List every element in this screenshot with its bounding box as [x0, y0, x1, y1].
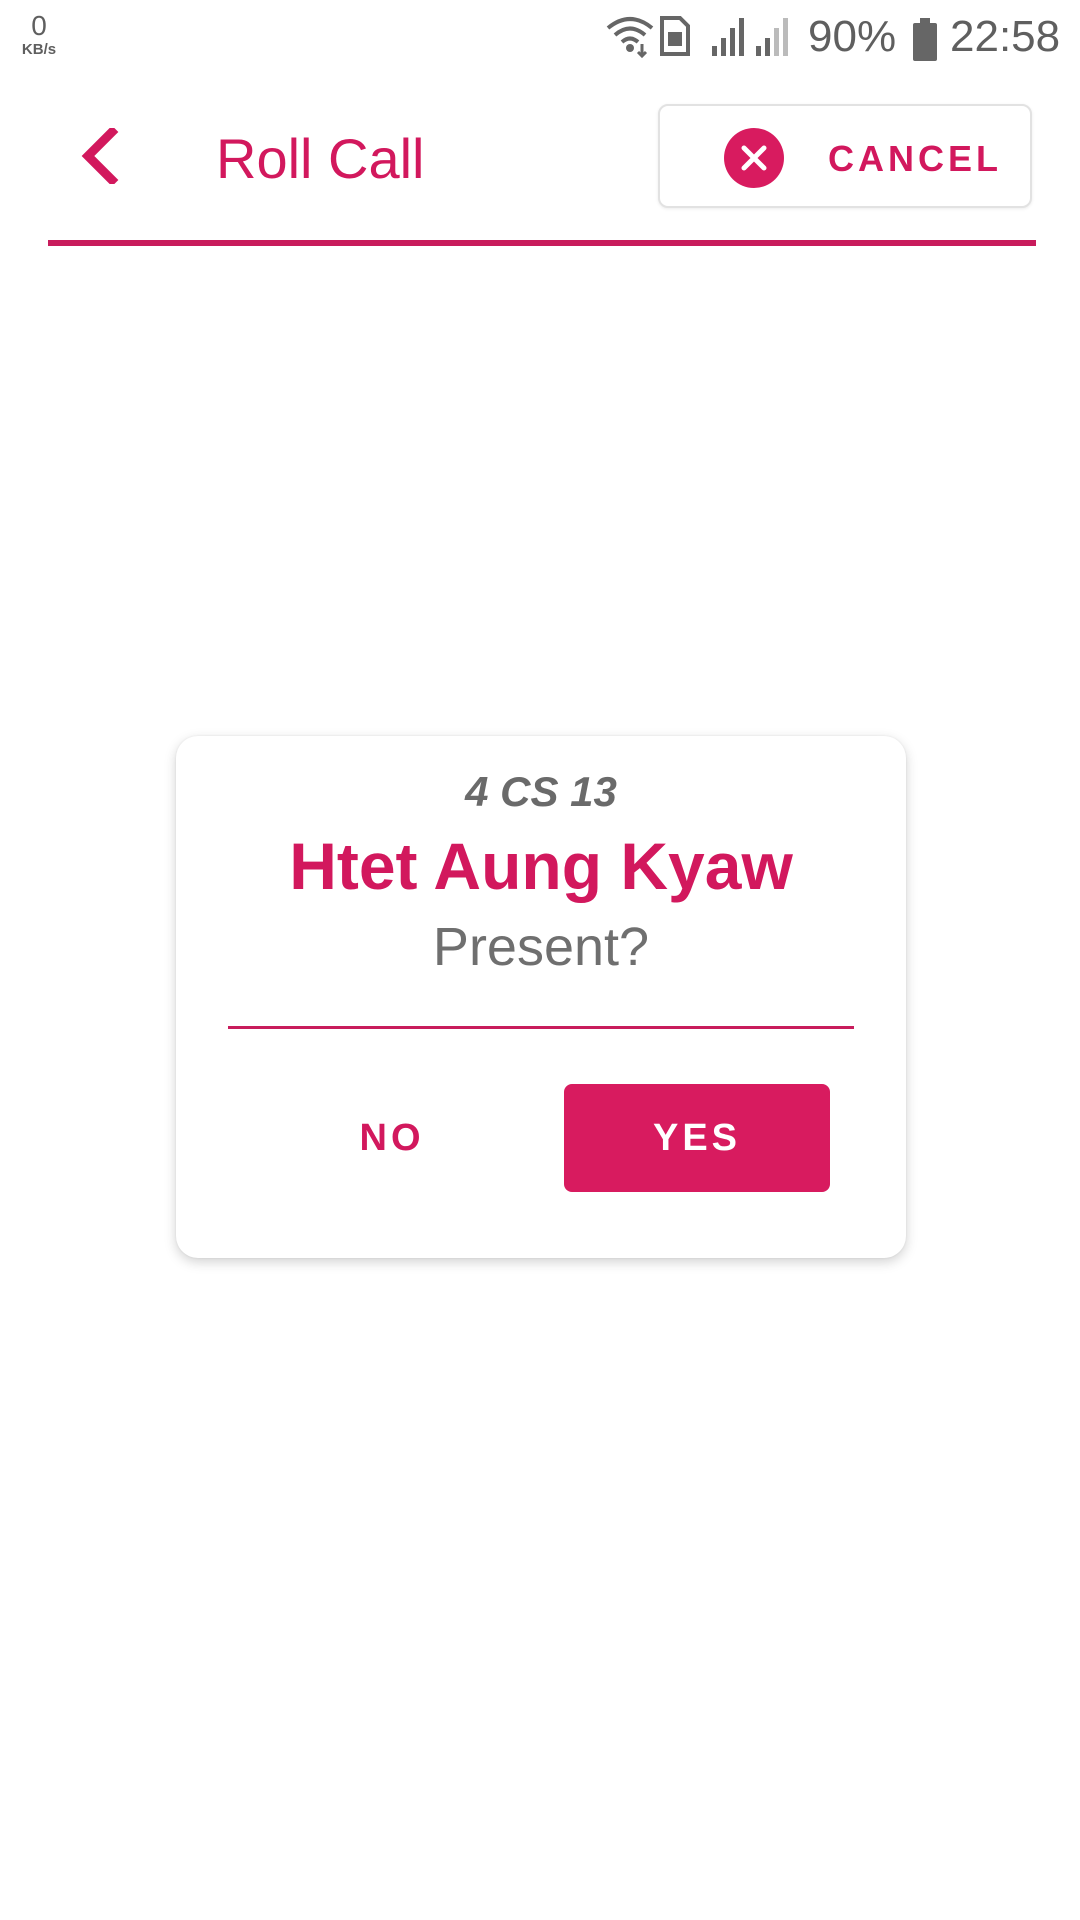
clock: 22:58: [950, 12, 1061, 61]
wifi-icon: [606, 17, 654, 58]
cancel-button[interactable]: CANCEL: [658, 104, 1032, 208]
back-button[interactable]: [68, 124, 132, 188]
dialog-divider: [228, 1026, 854, 1029]
network-speed-value: 0: [31, 10, 47, 41]
network-speed-unit: KB/s: [21, 41, 57, 58]
header-divider: [48, 240, 1036, 246]
no-button[interactable]: NO: [292, 1084, 492, 1192]
signal-icon: [756, 18, 788, 56]
close-circle-icon: [724, 128, 784, 188]
attendance-dialog: 4 CS 13 Htet Aung Kyaw Present? NO YES: [176, 736, 906, 1258]
sim-icon: [660, 16, 690, 56]
page-title: Roll Call: [216, 127, 425, 190]
header: Roll Call CANCEL: [48, 100, 1036, 248]
network-speed: 0 KB/s: [16, 10, 62, 58]
status-bar: 0 KB/s 90% 22:58: [0, 0, 1080, 74]
cancel-label: CANCEL: [828, 138, 1002, 179]
chevron-left-icon: [81, 128, 119, 184]
yes-button[interactable]: YES: [564, 1084, 830, 1192]
present-question: Present?: [432, 917, 650, 977]
battery-percent: 90%: [808, 12, 897, 61]
battery-icon: [913, 18, 937, 61]
signal-icon: [712, 18, 744, 56]
class-code: 4 CS 13: [465, 768, 617, 815]
student-name: Htet Aung Kyaw: [289, 829, 793, 903]
